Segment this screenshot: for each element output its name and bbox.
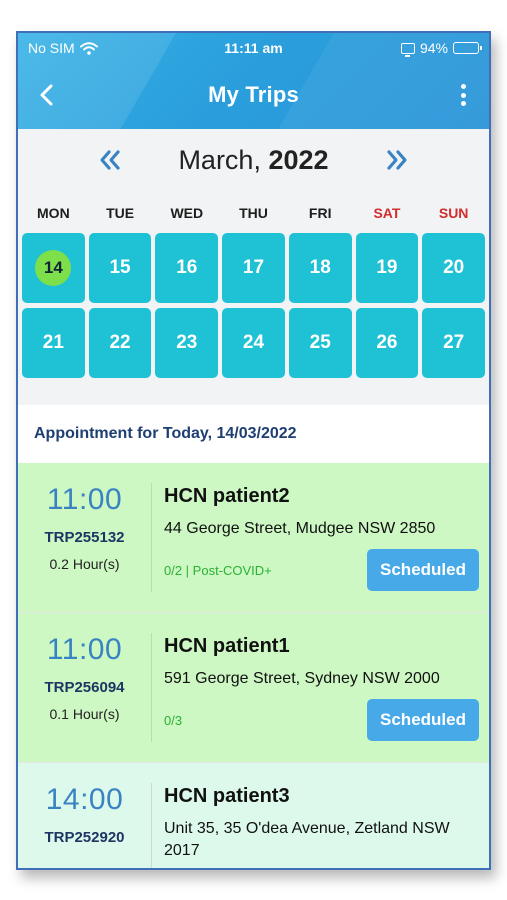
next-month-icon[interactable] bbox=[385, 149, 409, 171]
month-navigator: March, 2022 bbox=[18, 143, 489, 177]
day-cell[interactable]: 23 bbox=[155, 308, 219, 378]
weekday-label: FRI bbox=[308, 205, 332, 221]
screen-mirror-icon bbox=[400, 42, 415, 57]
trip-time: 11:00 bbox=[46, 633, 123, 666]
appointments-title: Appointment for Today, 14/03/2022 bbox=[34, 425, 297, 442]
year-label: 2022 bbox=[268, 144, 329, 175]
page-title: My Trips bbox=[208, 82, 299, 107]
patient-address: 44 George Street, Mudgee NSW 2850 bbox=[164, 520, 436, 537]
title-bar: My Trips bbox=[18, 77, 489, 113]
selected-day-indicator: 14 bbox=[35, 250, 72, 286]
trip-details: HCN patient3 Unit 35, 35 O'dea Avenue, Z… bbox=[152, 763, 489, 868]
day-cell[interactable]: 20 bbox=[422, 233, 485, 303]
day-cell[interactable]: 22 bbox=[88, 308, 152, 378]
scheduled-button[interactable]: Scheduled bbox=[367, 699, 479, 741]
trip-summary: 14:00 TRP252920 bbox=[18, 783, 152, 868]
trip-id: TRP256094 bbox=[44, 679, 125, 696]
day-cell[interactable]: 24 bbox=[222, 308, 285, 378]
month-name: March, bbox=[178, 144, 261, 175]
day-cell[interactable]: 16 bbox=[155, 233, 219, 303]
trip-card[interactable]: 11:00 TRP256094 0.1 Hour(s) HCN patient1… bbox=[18, 613, 489, 763]
weekday-label: TUE bbox=[106, 205, 135, 221]
trip-summary: 11:00 TRP256094 0.1 Hour(s) bbox=[18, 633, 152, 742]
day-cell-selected[interactable]: 14 bbox=[22, 233, 85, 303]
trip-id: TRP255132 bbox=[44, 529, 125, 546]
patient-address: 591 George Street, Sydney NSW 2000 bbox=[164, 670, 440, 687]
prev-month-icon[interactable] bbox=[98, 149, 122, 171]
trip-details: HCN patient2 44 George Street, Mudgee NS… bbox=[152, 463, 489, 612]
patient-name: HCN patient2 bbox=[164, 485, 290, 507]
app-header: No SIM 11:11 am 94% My Trips bbox=[18, 33, 489, 129]
carrier-label: No SIM bbox=[28, 40, 75, 56]
patient-name: HCN patient3 bbox=[164, 785, 290, 807]
appointments-header: Appointment for Today, 14/03/2022 bbox=[18, 405, 489, 463]
phone-screen: No SIM 11:11 am 94% My Trips March, 2022… bbox=[16, 31, 491, 870]
scheduled-button[interactable]: Scheduled bbox=[367, 549, 479, 591]
trip-time: 14:00 bbox=[45, 783, 124, 816]
day-cell[interactable]: 15 bbox=[88, 233, 152, 303]
trip-summary: 11:00 TRP255132 0.2 Hour(s) bbox=[18, 483, 152, 592]
trip-details: HCN patient1 591 George Street, Sydney N… bbox=[152, 613, 489, 762]
day-cell[interactable]: 18 bbox=[288, 233, 352, 303]
back-arrow-icon[interactable] bbox=[36, 83, 58, 107]
day-cell[interactable]: 26 bbox=[355, 308, 419, 378]
trip-card[interactable]: 14:00 TRP252920 HCN patient3 Unit 35, 35… bbox=[18, 763, 489, 868]
weekday-label: WED bbox=[170, 205, 204, 221]
day-cell[interactable]: 25 bbox=[288, 308, 352, 378]
more-options-icon[interactable] bbox=[457, 82, 469, 108]
patient-name: HCN patient1 bbox=[164, 635, 290, 657]
trip-meta: 0/2 | Post-COVID+ bbox=[164, 563, 272, 578]
day-cell[interactable]: 21 bbox=[22, 308, 85, 378]
weekday-label-weekend: SAT bbox=[373, 205, 401, 221]
weekday-header: MON TUE WED THU FRI SAT SUN bbox=[22, 205, 485, 221]
day-cell[interactable]: 17 bbox=[222, 233, 285, 303]
patient-address: Unit 35, 35 O'dea Avenue, Zetland NSW 20… bbox=[164, 820, 450, 859]
trip-id: TRP252920 bbox=[44, 829, 125, 846]
trip-card[interactable]: 11:00 TRP255132 0.2 Hour(s) HCN patient2… bbox=[18, 463, 489, 613]
trip-meta: 0/3 bbox=[164, 713, 183, 728]
wifi-icon bbox=[79, 41, 98, 55]
calendar: March, 2022 MON TUE WED THU FRI SAT SUN … bbox=[18, 129, 489, 399]
weekday-label: THU bbox=[239, 205, 268, 221]
status-bar: No SIM 11:11 am 94% bbox=[28, 39, 482, 57]
day-cell[interactable]: 19 bbox=[355, 233, 419, 303]
day-cell[interactable]: 27 bbox=[422, 308, 485, 378]
trip-time: 11:00 bbox=[46, 483, 123, 516]
trip-list: 11:00 TRP255132 0.2 Hour(s) HCN patient2… bbox=[18, 463, 489, 868]
battery-icon bbox=[453, 42, 482, 54]
clock: 11:11 am bbox=[224, 40, 283, 56]
weekday-label: MON bbox=[37, 205, 70, 221]
weekday-label-weekend: SUN bbox=[438, 205, 469, 221]
trip-duration: 0.2 Hour(s) bbox=[49, 556, 120, 572]
day-grid: 14 15 16 17 18 19 20 21 22 23 24 25 26 2… bbox=[22, 233, 485, 378]
trip-duration: 0.1 Hour(s) bbox=[49, 706, 120, 722]
battery-percent: 94% bbox=[419, 40, 448, 56]
month-label: March, 2022 bbox=[178, 145, 328, 176]
